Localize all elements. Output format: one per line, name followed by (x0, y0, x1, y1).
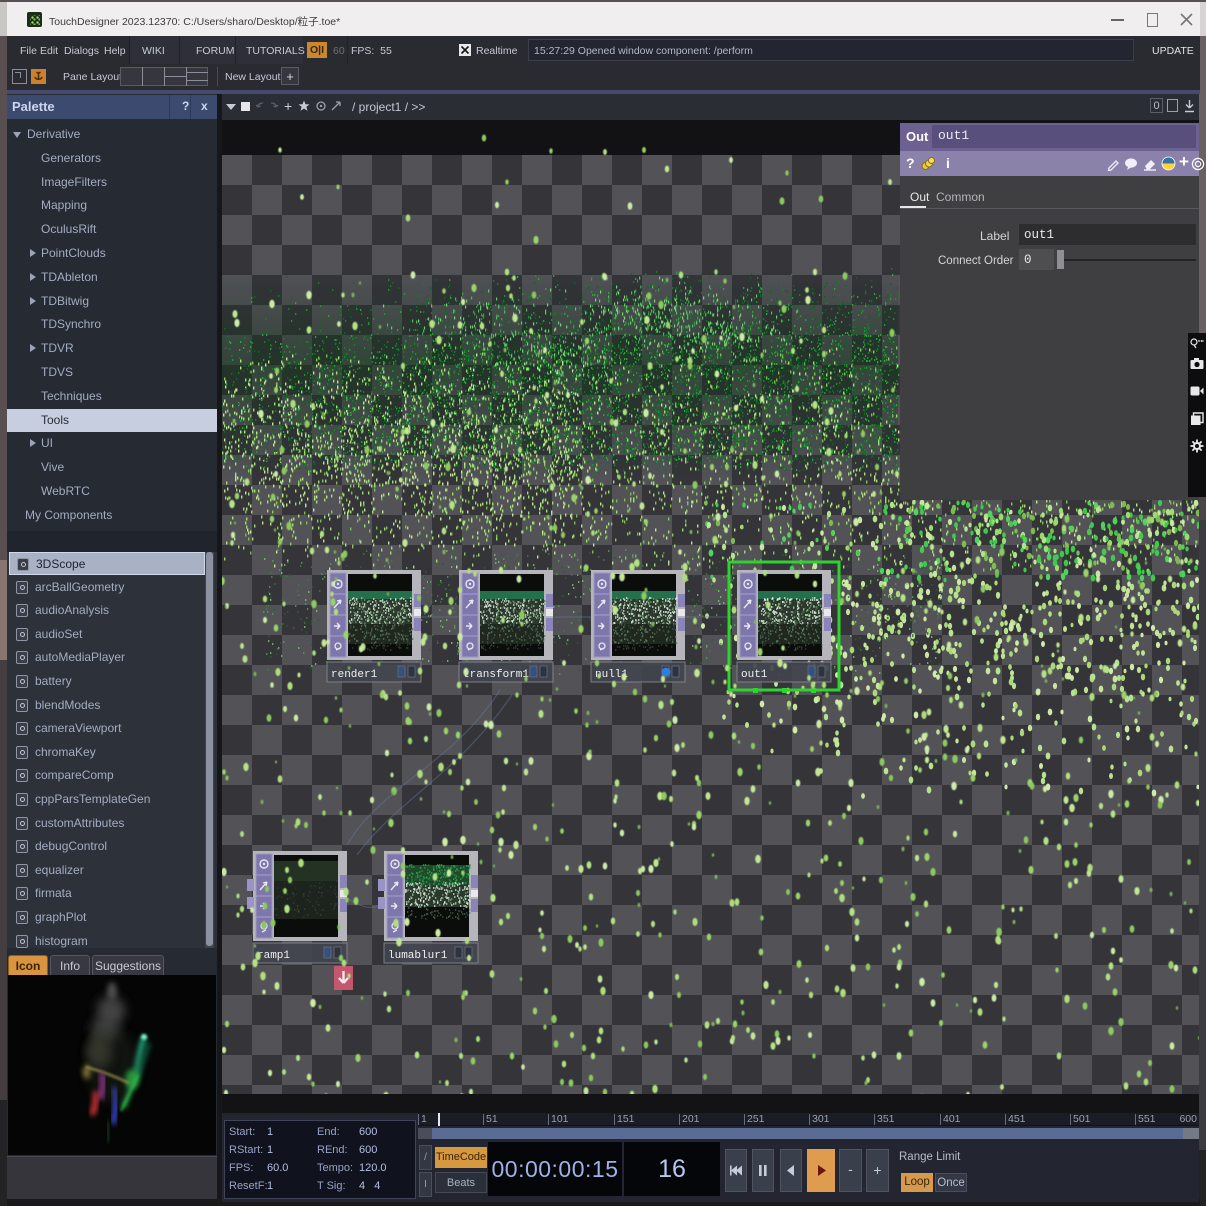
svg-text:lumablur1: lumablur1 (388, 950, 448, 962)
svg-text:out1: out1 (741, 669, 768, 681)
svg-text:transform1: transform1 (463, 669, 529, 681)
svg-text:ramp1: ramp1 (257, 950, 290, 962)
svg-text:render1: render1 (331, 669, 378, 681)
